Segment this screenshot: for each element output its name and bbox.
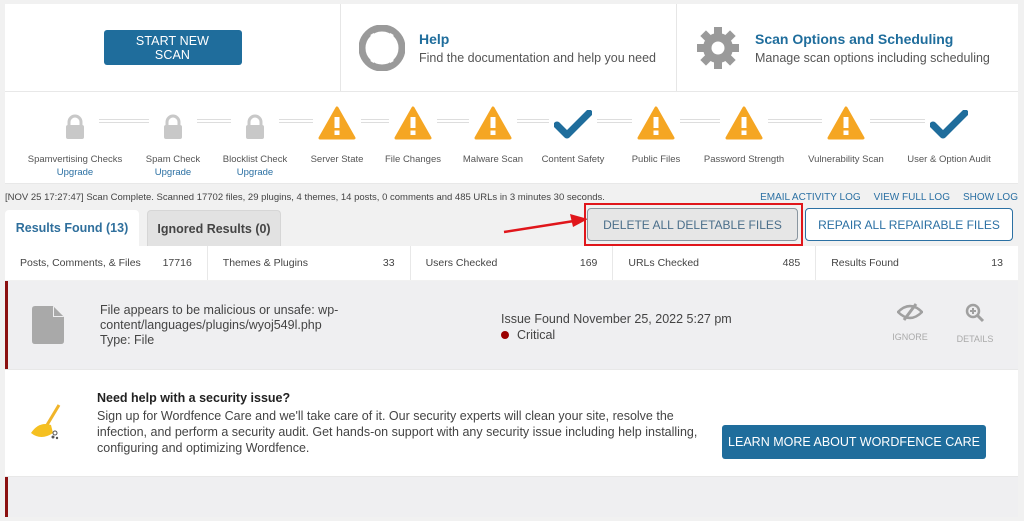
- issue-type: Type: File: [100, 332, 155, 347]
- warning-icon: [689, 102, 799, 140]
- scan-stats: Posts, Comments, & Files 17716 Themes & P…: [5, 246, 1018, 280]
- stage-label: Password Strength: [703, 154, 785, 165]
- details-label: DETAILS: [956, 334, 994, 344]
- lifebuoy-icon: [359, 24, 405, 71]
- stage-label: User & Option Audit: [907, 154, 991, 165]
- scan-options-desc: Manage scan options including scheduling: [755, 50, 990, 65]
- scan-stage: Spamvertising Checks Upgrade: [20, 92, 130, 178]
- eye-slash-icon: [896, 303, 924, 321]
- email-activity-log-link[interactable]: EMAIL ACTIVITY LOG: [760, 192, 861, 203]
- issue-found-date: Issue Found November 25, 2022 5:27 pm: [501, 312, 732, 326]
- view-full-log-link[interactable]: VIEW FULL LOG: [874, 192, 950, 203]
- stage-label: Vulnerability Scan: [808, 154, 884, 165]
- scan-stage: User & Option Audit: [894, 92, 1004, 165]
- scan-stage: Password Strength: [689, 92, 799, 165]
- scan-status-text: [NOV 25 17:27:47] Scan Complete. Scanned…: [5, 191, 605, 203]
- red-arrow-annotation: [503, 214, 588, 234]
- file-icon: [32, 306, 64, 344]
- help-desc: Find the documentation and help you need: [419, 50, 656, 65]
- help-title[interactable]: Help: [419, 31, 656, 47]
- show-log-link[interactable]: SHOW LOG: [963, 192, 1018, 203]
- upgrade-link[interactable]: Upgrade: [20, 167, 130, 178]
- warning-icon: [791, 102, 901, 140]
- stat-themes-plugins: Themes & Plugins 33: [208, 246, 411, 280]
- learn-more-wordfence-care-button[interactable]: LEARN MORE ABOUT WORDFENCE CARE: [722, 425, 986, 459]
- stat-urls-checked: URLs Checked 485: [613, 246, 817, 280]
- repair-all-repairable-files-button[interactable]: REPAIR ALL REPAIRABLE FILES: [805, 208, 1013, 241]
- details-issue-button[interactable]: DETAILS: [952, 303, 998, 344]
- tab-ignored-results[interactable]: Ignored Results (0): [147, 210, 281, 246]
- help-card[interactable]: Help Find the documentation and help you…: [341, 4, 677, 91]
- stat-users-checked: Users Checked 169: [411, 246, 614, 280]
- delete-all-deletable-files-button[interactable]: DELETE ALL DELETABLE FILES: [587, 208, 798, 241]
- start-new-scan-button[interactable]: START NEW SCAN: [103, 30, 242, 65]
- zoom-in-icon: [965, 303, 985, 323]
- stage-label: Spamvertising Checks: [27, 154, 123, 165]
- care-body: Sign up for Wordfence Care and we'll tak…: [97, 408, 698, 455]
- issue-row[interactable]: [5, 477, 1018, 517]
- lock-icon: [20, 102, 130, 140]
- scan-status-line: [NOV 25 17:27:47] Scan Complete. Scanned…: [5, 186, 1018, 208]
- severity-badge: Critical: [501, 327, 732, 343]
- broom-icon: [31, 404, 61, 440]
- issue-description: File appears to be malicious or unsafe: …: [100, 303, 400, 348]
- scan-stage: Vulnerability Scan: [791, 92, 901, 165]
- issue-row[interactable]: File appears to be malicious or unsafe: …: [5, 281, 1018, 369]
- scan-options-card[interactable]: Scan Options and Scheduling Manage scan …: [677, 4, 1018, 91]
- upgrade-link[interactable]: Upgrade: [200, 167, 310, 178]
- gear-icon: [697, 26, 739, 69]
- results-tab-row: Results Found (13) Ignored Results (0) D…: [5, 203, 1018, 246]
- issue-title: File appears to be malicious or unsafe: …: [100, 302, 339, 332]
- care-title: Need help with a security issue?: [97, 390, 291, 405]
- top-cards: START NEW SCAN Help Find the documentati…: [5, 4, 1018, 92]
- checkmark-icon: [894, 102, 1004, 140]
- issue-meta: Issue Found November 25, 2022 5:27 pm Cr…: [501, 311, 732, 343]
- wordfence-care-promo: Need help with a security issue? Sign up…: [5, 369, 1018, 477]
- ignore-label: IGNORE: [892, 332, 928, 342]
- care-text: Need help with a security issue? Sign up…: [97, 391, 707, 456]
- ignore-issue-button[interactable]: IGNORE: [888, 303, 932, 342]
- start-scan-card: START NEW SCAN: [5, 4, 341, 91]
- critical-dot-icon: [501, 331, 509, 339]
- severity-label: Critical: [517, 328, 556, 342]
- log-links: EMAIL ACTIVITY LOG VIEW FULL LOG SHOW LO…: [760, 192, 1018, 203]
- stat-results-found: Results Found 13: [831, 257, 1003, 269]
- tab-results-found[interactable]: Results Found (13): [5, 210, 139, 246]
- scan-options-title[interactable]: Scan Options and Scheduling: [755, 31, 990, 47]
- scan-stages: Spamvertising Checks Upgrade Spam Check Upg…: [5, 92, 1018, 184]
- stat-posts-comments-files: Posts, Comments, & Files 17716: [5, 246, 208, 280]
